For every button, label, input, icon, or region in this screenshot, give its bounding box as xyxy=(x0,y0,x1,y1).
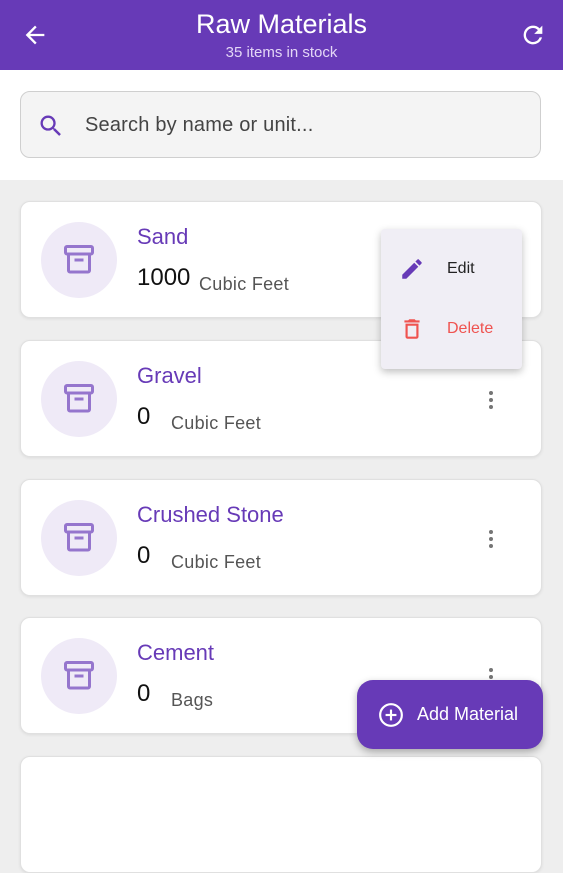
page-subtitle: 35 items in stock xyxy=(225,44,338,61)
add-circle-icon xyxy=(379,703,403,727)
edit-menu-item[interactable]: Edit xyxy=(381,239,522,299)
delete-label: Delete xyxy=(447,320,494,337)
archive-icon xyxy=(64,523,94,552)
archive-icon xyxy=(64,661,94,690)
archive-icon xyxy=(64,245,94,274)
page-title: Raw Materials xyxy=(195,9,368,39)
add-material-button[interactable]: Add Material xyxy=(357,680,543,749)
edit-label: Edit xyxy=(447,260,475,277)
search-placeholder: Search by name or unit... xyxy=(85,114,314,136)
avatar xyxy=(41,500,117,576)
add-material-label: Add Material xyxy=(417,704,519,724)
material-unit: Cubic Feet xyxy=(171,552,262,572)
edit-icon xyxy=(402,259,422,279)
material-name: Crushed Stone xyxy=(137,502,284,527)
material-quantity: 0 xyxy=(137,680,151,707)
app-bar: Raw Materials 35 items in stock xyxy=(0,0,563,70)
refresh-icon[interactable] xyxy=(519,21,547,49)
material-unit: Cubic Feet xyxy=(171,413,262,433)
material-unit: Bags xyxy=(171,690,214,710)
context-menu: Edit Delete xyxy=(381,229,522,369)
delete-menu-item[interactable]: Delete xyxy=(381,299,522,359)
search-input[interactable]: Search by name or unit... xyxy=(20,91,541,158)
avatar xyxy=(41,638,117,714)
more-vert-icon[interactable] xyxy=(479,527,503,551)
material-quantity: 0 xyxy=(137,542,151,569)
material-quantity: 1000 xyxy=(137,264,191,291)
delete-icon xyxy=(404,319,420,339)
material-name: Cement xyxy=(137,640,215,665)
archive-icon xyxy=(64,384,94,413)
material-name: Sand xyxy=(137,224,189,249)
avatar xyxy=(41,361,117,437)
material-card[interactable] xyxy=(20,756,542,873)
more-vert-icon[interactable] xyxy=(479,388,503,412)
search-section: Search by name or unit... xyxy=(0,70,563,180)
material-unit: Cubic Feet xyxy=(199,274,290,294)
material-quantity: 0 xyxy=(137,403,151,430)
search-icon xyxy=(40,115,61,136)
material-card[interactable]: Crushed Stone 0 Cubic Feet xyxy=(20,479,542,596)
avatar xyxy=(41,222,117,298)
material-name: Gravel xyxy=(137,363,202,388)
